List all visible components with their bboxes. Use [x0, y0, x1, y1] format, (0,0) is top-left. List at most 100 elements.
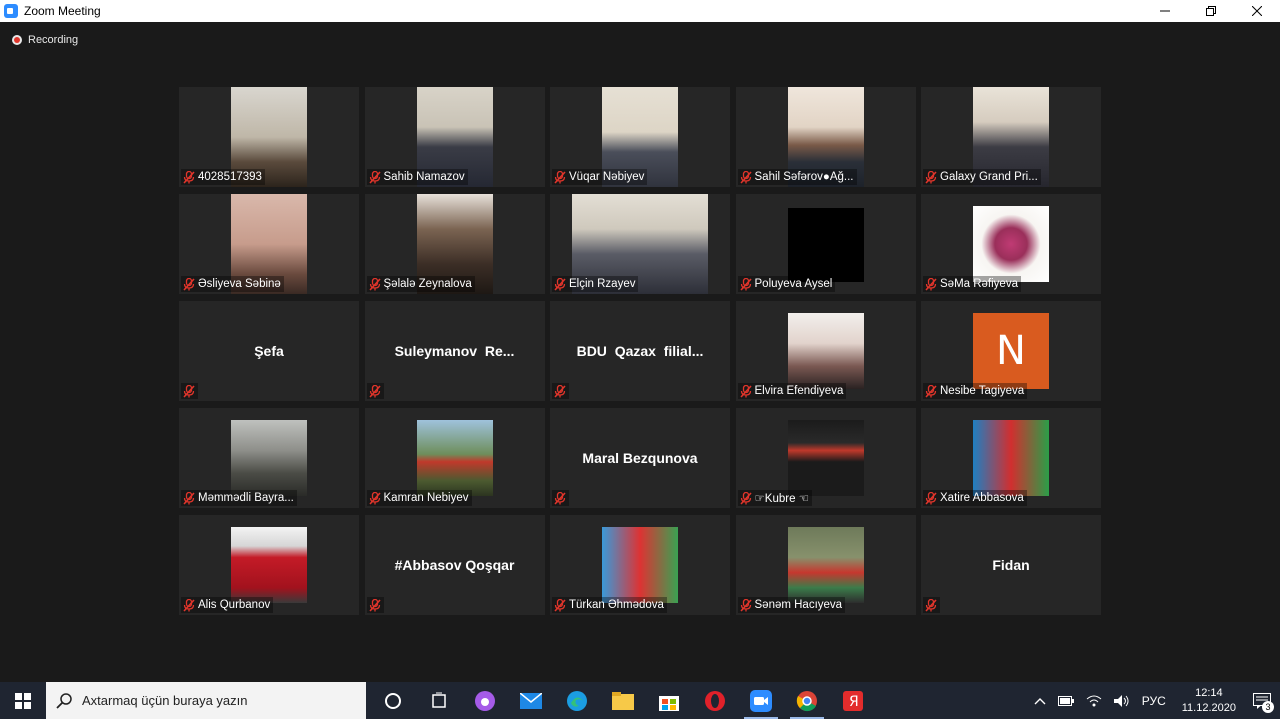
restore-icon: [1206, 6, 1216, 16]
participant-tile[interactable]: #Abbasov Qoşqar: [364, 515, 545, 615]
minimize-button[interactable]: [1142, 0, 1188, 22]
participant-tile[interactable]: Şəlalə Zeynalova: [364, 194, 545, 294]
participant-label: Sahib Namazov: [366, 169, 468, 185]
participant-tile[interactable]: Alis Qurbanov: [179, 515, 359, 615]
task-view-button[interactable]: [416, 682, 462, 719]
participant-name: Məmmədli Bayra...: [198, 492, 294, 504]
participant-label: Nesibe Tagiyeva: [923, 383, 1028, 399]
chrome-button[interactable]: [784, 682, 830, 719]
zoom-logo-icon: [4, 4, 18, 18]
notification-count-badge: 3: [1262, 701, 1274, 713]
opera-icon: [705, 690, 725, 711]
file-explorer-button[interactable]: [600, 682, 646, 719]
participant-video: [787, 208, 864, 282]
window-controls: [1142, 0, 1280, 22]
participant-name: Elçin Rzayev: [569, 278, 636, 290]
participant-tile[interactable]: ☞Kubre ☜: [735, 408, 916, 508]
participant-label: Elçin Rzayev: [552, 276, 639, 292]
muted-microphone-icon: [925, 598, 937, 612]
participant-tile[interactable]: 4028517393: [179, 87, 359, 187]
muted-microphone-icon: [739, 491, 752, 505]
participant-tile[interactable]: Galaxy Grand Pri...: [921, 87, 1101, 187]
muted-microphone-icon: [183, 491, 195, 505]
participant-name: Vüqar Nəbiyev: [569, 171, 645, 183]
participant-tile[interactable]: Türkan Əhmədova: [550, 515, 730, 615]
edge-button[interactable]: [554, 682, 600, 719]
participant-tile[interactable]: Məmmədli Bayra...: [179, 408, 359, 508]
participant-gallery: 4028517393 Sahib Namazov Vüqar Nəbiyev Sahi…: [179, 87, 1101, 615]
muted-microphone-icon: [554, 384, 566, 398]
wifi-button[interactable]: [1086, 695, 1102, 707]
zoom-button[interactable]: [738, 682, 784, 719]
participant-display-name: Maral Bezqunova: [582, 450, 698, 466]
participant-label: Elvira Efendiyeva: [737, 383, 847, 399]
battery-icon: [1057, 695, 1074, 706]
volume-button[interactable]: [1113, 694, 1130, 707]
svg-text:Я: Я: [849, 694, 859, 710]
recording-indicator[interactable]: Recording: [12, 34, 78, 46]
restore-button[interactable]: [1188, 0, 1234, 22]
participant-label: Galaxy Grand Pri...: [923, 169, 1041, 185]
system-tray: РУС 12:14 11.12.2020 3: [1028, 682, 1280, 719]
volume-icon: [1113, 694, 1129, 707]
zoom-icon: [750, 689, 772, 712]
cortana-button[interactable]: [370, 682, 416, 719]
participant-video: [231, 527, 307, 603]
zoom-meeting-window: Zoom Meeting Recording 4028517393 Sahib N…: [0, 0, 1280, 719]
language-indicator[interactable]: РУС: [1142, 694, 1166, 708]
participant-name: 4028517393: [198, 171, 262, 183]
participant-tile[interactable]: BDU Qazax filial...: [550, 301, 730, 401]
participant-tile[interactable]: Xatire Abbasova: [921, 408, 1101, 508]
participant-tile[interactable]: Sənəm Hacıyeva: [735, 515, 916, 615]
show-hidden-icons-button[interactable]: [1034, 697, 1046, 705]
recording-label: Recording: [28, 34, 79, 46]
taskbar-search[interactable]: Axtarmaq üçün buraya yazın: [46, 682, 366, 719]
participant-tile[interactable]: SəMa Rəfiyeva: [921, 194, 1101, 294]
participant-tile[interactable]: Maral Bezqunova: [550, 408, 730, 508]
chevron-up-icon: [1034, 697, 1046, 704]
participant-tile[interactable]: Elvira Efendiyeva: [735, 301, 916, 401]
participant-display-name: BDU Qazax filial...: [576, 343, 704, 359]
close-icon: [1252, 6, 1262, 16]
wifi-icon: [1086, 695, 1102, 706]
participant-label: Məmmədli Bayra...: [181, 490, 297, 506]
participant-tile[interactable]: Poluyeva Aysel: [735, 194, 916, 294]
task-view-icon: [432, 692, 446, 708]
search-icon: [56, 692, 72, 709]
participant-tile[interactable]: Sahib Namazov: [364, 87, 545, 187]
battery-button[interactable]: [1057, 695, 1074, 706]
participant-display-name: Suleymanov Re...: [394, 343, 515, 359]
participant-name: ☞Kubre ☜: [754, 493, 810, 505]
participant-tile[interactable]: Əsliyeva Səbinə: [179, 194, 359, 294]
participant-tile[interactable]: Elçin Rzayev: [550, 194, 730, 294]
participant-label: [552, 383, 569, 399]
participant-name: Elvira Efendiyeva: [754, 385, 844, 397]
participant-name: Şəlalə Zeynalova: [383, 278, 472, 290]
participant-label: Şəlalə Zeynalova: [366, 276, 475, 292]
start-button[interactable]: [0, 682, 46, 719]
participant-tile[interactable]: N Nesibe Tagiyeva: [921, 301, 1101, 401]
mail-button[interactable]: [508, 682, 554, 719]
participant-label: Türkan Əhmədova: [552, 597, 667, 613]
muted-microphone-icon: [739, 277, 752, 291]
file-explorer-icon: [612, 691, 634, 710]
participant-label: [366, 597, 384, 613]
clock[interactable]: 12:14 11.12.2020: [1182, 686, 1236, 716]
yandex-button[interactable]: Я: [830, 682, 876, 719]
store-button[interactable]: [646, 682, 692, 719]
muted-microphone-icon: [739, 384, 752, 398]
avatar-letter: N: [996, 328, 1026, 374]
muted-microphone-icon: [368, 277, 381, 291]
clock-date: 11.12.2020: [1181, 701, 1236, 714]
assistant-button[interactable]: [462, 682, 508, 719]
opera-button[interactable]: [692, 682, 738, 719]
participant-tile[interactable]: Suleymanov Re...: [364, 301, 545, 401]
participant-avatar: N: [973, 313, 1049, 389]
participant-tile[interactable]: Fidan: [921, 515, 1101, 615]
participant-tile[interactable]: Şefa: [179, 301, 359, 401]
participant-tile[interactable]: Kamran Nebiyev: [364, 408, 545, 508]
close-button[interactable]: [1234, 0, 1280, 22]
participant-tile[interactable]: Vüqar Nəbiyev: [550, 87, 730, 187]
action-center-button[interactable]: 3: [1244, 682, 1280, 719]
participant-tile[interactable]: Sahil Səfərov●Ağ...: [735, 87, 916, 187]
